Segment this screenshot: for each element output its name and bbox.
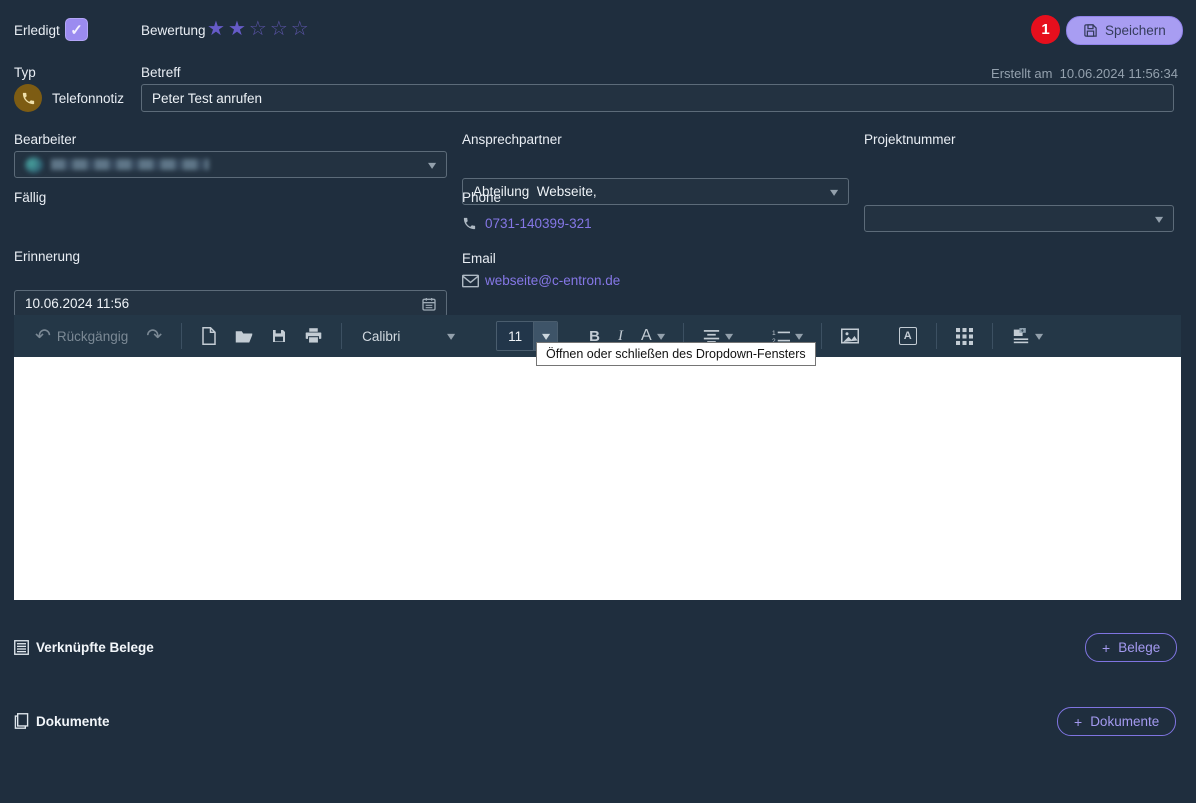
new-document-icon: [201, 327, 217, 345]
insert-textbox-button[interactable]: A: [892, 323, 924, 349]
chevron-down-icon[interactable]: ▾: [428, 158, 436, 170]
star-rating[interactable]: ★★☆☆☆: [207, 19, 309, 39]
erinnerung-label: Erinnerung: [14, 249, 80, 264]
check-icon: ✓: [70, 21, 83, 39]
image-icon: [841, 328, 859, 344]
projektnummer-dropdown[interactable]: ▾: [864, 205, 1174, 232]
calendar-icon[interactable]: [421, 296, 437, 312]
ansprechpartner-label: Ansprechpartner: [462, 132, 562, 147]
add-dokumente-button[interactable]: + Dokumente: [1057, 707, 1176, 736]
save-document-button[interactable]: [264, 324, 294, 348]
chevron-down-icon[interactable]: ▾: [830, 185, 838, 197]
print-button[interactable]: [298, 324, 329, 348]
star-empty-icon[interactable]: ☆: [270, 19, 288, 39]
faellig-value: 10.06.2024 11:56: [25, 296, 129, 311]
typ-value: Telefonnotiz: [52, 91, 124, 106]
chevron-down-icon: ▾: [657, 330, 665, 342]
save-button[interactable]: Speichern: [1066, 16, 1183, 45]
created-at: Erstellt am 10.06.2024 11:56:34: [991, 66, 1178, 81]
phone-icon: [462, 216, 477, 231]
documents-icon: [14, 713, 29, 729]
toolbar-separator: [181, 323, 182, 349]
erledigt-checkbox[interactable]: ✓: [65, 18, 88, 41]
font-family-value: Calibri: [362, 329, 400, 344]
ansprechpartner-dropdown[interactable]: Abteilung Webseite, ▾: [462, 178, 849, 205]
textbox-icon: A: [899, 327, 917, 345]
new-document-button[interactable]: [194, 323, 224, 349]
chevron-down-icon: ▾: [1035, 330, 1043, 342]
star-filled-icon[interactable]: ★: [207, 19, 225, 39]
chevron-down-icon: ▾: [795, 330, 803, 342]
typ-label: Typ: [14, 65, 36, 80]
align-center-icon: [703, 329, 720, 343]
typ-phone-icon: [14, 84, 42, 112]
faellig-datefield[interactable]: 10.06.2024 11:56: [14, 290, 447, 317]
insert-table-button[interactable]: [949, 324, 980, 349]
star-filled-icon[interactable]: ★: [228, 19, 246, 39]
star-empty-icon[interactable]: ☆: [291, 19, 309, 39]
floppy-icon: [271, 328, 287, 344]
merge-field-icon: +: [1012, 328, 1030, 344]
bearbeiter-dropdown[interactable]: ▾: [14, 151, 447, 178]
undo-icon: ↶: [35, 327, 51, 346]
toolbar-separator: [936, 323, 937, 349]
open-file-button[interactable]: [228, 325, 260, 348]
bearbeiter-avatar-redacted: [25, 157, 43, 173]
phone-link[interactable]: 0731-140399-321: [485, 216, 592, 231]
insert-field-button[interactable]: + ▾: [1005, 324, 1049, 348]
font-family-select[interactable]: Calibri ▾: [354, 325, 462, 348]
bearbeiter-label: Bearbeiter: [14, 132, 76, 147]
dokumente-section-title: Dokumente: [36, 714, 110, 729]
toolbar-separator: [341, 323, 342, 349]
save-button-label: Speichern: [1105, 23, 1166, 38]
add-belege-label: Belege: [1118, 640, 1160, 655]
undo-button[interactable]: ↶ Rückgängig: [28, 323, 135, 350]
erledigt-label: Erledigt: [14, 23, 60, 38]
star-empty-icon[interactable]: ☆: [249, 19, 267, 39]
redo-icon: ↷: [146, 327, 162, 346]
bewertung-label: Bewertung: [141, 23, 206, 38]
dropdown-tooltip: Öffnen oder schließen des Dropdown-Fenst…: [536, 342, 816, 366]
font-size-value: 11: [497, 322, 533, 350]
undo-label: Rückgängig: [57, 329, 128, 344]
table-grid-icon: [956, 328, 973, 345]
insert-image-button[interactable]: [834, 324, 866, 348]
chevron-down-icon: ▾: [725, 330, 733, 342]
email-link[interactable]: webseite@c-entron.de: [485, 273, 620, 288]
phone-label: Phone: [462, 190, 501, 205]
toolbar-separator: [992, 323, 993, 349]
betreff-input[interactable]: [141, 84, 1174, 112]
email-icon: [462, 274, 479, 288]
annotation-badge-1: 1: [1031, 15, 1060, 44]
folder-icon: [235, 329, 253, 344]
bearbeiter-value-redacted: [51, 159, 209, 170]
projektnummer-label: Projektnummer: [864, 132, 956, 147]
plus-icon: +: [1102, 640, 1110, 656]
toolbar-separator: [821, 323, 822, 349]
printer-icon: [305, 328, 322, 344]
belege-section-title: Verknüpfte Belege: [36, 640, 154, 655]
plus-icon: +: [1074, 714, 1082, 730]
svg-text:1: 1: [772, 329, 776, 336]
chevron-down-icon[interactable]: ▾: [1155, 212, 1163, 224]
email-label: Email: [462, 251, 496, 266]
betreff-label: Betreff: [141, 65, 181, 80]
chevron-down-icon: ▾: [447, 330, 455, 342]
faellig-label: Fällig: [14, 190, 46, 205]
add-dokumente-label: Dokumente: [1090, 714, 1159, 729]
chevron-down-icon: ▾: [542, 330, 550, 342]
linked-documents-icon: [14, 640, 29, 655]
add-belege-button[interactable]: + Belege: [1085, 633, 1177, 662]
richtext-editor-area[interactable]: [14, 357, 1181, 600]
redo-button[interactable]: ↷: [139, 323, 169, 350]
floppy-icon: [1083, 23, 1098, 38]
